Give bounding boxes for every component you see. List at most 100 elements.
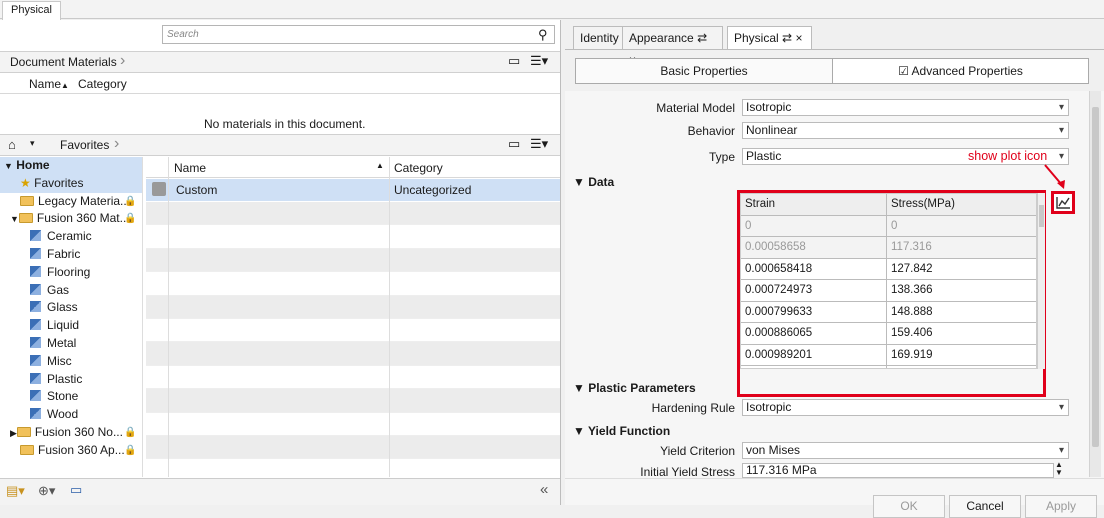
home-icon[interactable]: ⌂ xyxy=(8,137,16,152)
close-icon[interactable]: × xyxy=(795,31,802,45)
expand-icon[interactable]: ▼ xyxy=(10,214,19,224)
strain-cell[interactable]: 0.000886065 xyxy=(741,323,887,344)
tree-item[interactable]: Ceramic xyxy=(0,228,142,246)
col-category-header[interactable]: Category xyxy=(78,77,127,91)
swap-icon[interactable]: ⇄ xyxy=(697,31,707,45)
strain-cell[interactable]: 0.000799633 xyxy=(741,301,887,322)
material-library-icon xyxy=(30,390,41,402)
tree-item[interactable]: Legacy Materia... 🔒 xyxy=(0,193,142,211)
tree-item-label: Legacy Materia... xyxy=(38,193,131,208)
folder-options-icon[interactable]: ▤▾ xyxy=(6,483,25,499)
tab-physical-top[interactable]: Physical xyxy=(2,1,61,20)
chart-icon xyxy=(1056,197,1070,209)
table-row[interactable]: 00 xyxy=(741,215,1036,237)
table-row[interactable]: 0.00058658 117.316 xyxy=(741,237,1036,259)
scrollbar[interactable] xyxy=(1089,91,1101,477)
tree-item[interactable]: Liquid xyxy=(0,317,142,335)
expand-icon[interactable]: ▼ xyxy=(4,161,13,171)
stress-cell[interactable]: 180.426 xyxy=(887,366,1036,368)
initial-yield-input[interactable]: 117.316 MPa xyxy=(742,463,1054,478)
stress-cell[interactable]: 138.366 xyxy=(887,280,1036,301)
list-options-icon[interactable]: ☰▾ xyxy=(530,136,548,152)
yield-section-header[interactable]: ▼ Yield Function xyxy=(573,424,670,438)
col-name-header[interactable]: Name▲ xyxy=(29,77,69,91)
panel-view-icon[interactable]: ▭ xyxy=(508,136,520,152)
search-icon[interactable]: ⚲ xyxy=(538,27,548,43)
table-row[interactable]: 0.000886065 159.406 xyxy=(741,323,1036,345)
data-scrollbar-thumb[interactable] xyxy=(1039,205,1044,227)
empty-row xyxy=(146,435,560,460)
tab-physical[interactable]: Physical ⇄ × xyxy=(727,26,812,50)
stress-cell[interactable]: 0 xyxy=(887,216,1036,237)
yield-criterion-select[interactable]: von Mises xyxy=(742,442,1069,459)
ok-button[interactable]: OK xyxy=(873,495,945,518)
strain-cell[interactable]: 0.000989201 xyxy=(741,344,887,365)
cancel-button[interactable]: Cancel xyxy=(949,495,1021,518)
tree-item[interactable]: Fabric xyxy=(0,246,142,264)
scrollbar-thumb[interactable] xyxy=(1092,107,1099,447)
tree-item[interactable]: Metal xyxy=(0,335,142,353)
tree-item[interactable]: Wood xyxy=(0,406,142,424)
tree-item[interactable]: Gas xyxy=(0,282,142,300)
table-row[interactable]: 0.000989201 169.919 xyxy=(741,344,1036,366)
tree-item[interactable]: Plastic xyxy=(0,371,142,389)
collapse-icon[interactable]: « xyxy=(540,481,548,498)
strain-cell[interactable]: 0.000724973 xyxy=(741,280,887,301)
stress-cell[interactable]: 159.406 xyxy=(887,323,1036,344)
basic-properties-button[interactable]: Basic Properties xyxy=(575,58,833,84)
strain-cell[interactable]: 0 xyxy=(741,215,887,236)
collapse-icon[interactable]: ▶ xyxy=(10,428,17,438)
tree-item[interactable]: ▼ Fusion 360 Mat... 🔒 xyxy=(0,210,142,228)
tab-appearance[interactable]: Appearance ⇄ × xyxy=(622,26,723,67)
tab-identity[interactable]: Identity xyxy=(573,26,626,50)
advanced-properties-button[interactable]: ☑ Advanced Properties xyxy=(832,58,1089,84)
stress-header[interactable]: Stress(MPa) xyxy=(887,194,1036,215)
spinner-icon[interactable]: ▲ ▼ xyxy=(1055,461,1063,477)
tree-item[interactable]: Flooring xyxy=(0,264,142,282)
data-section-header[interactable]: ▼ Data xyxy=(573,175,614,189)
annotation-text: show plot icon xyxy=(968,149,1048,163)
tree-item[interactable]: Glass xyxy=(0,299,142,317)
table-row[interactable]: 0.000658418 127.842 xyxy=(741,258,1036,280)
add-material-icon[interactable]: ⊕▾ xyxy=(38,483,55,499)
strain-cell[interactable]: 0.00111558 xyxy=(741,366,887,368)
stress-cell[interactable]: 169.919 xyxy=(887,345,1036,366)
plastic-section-header[interactable]: ▼ Plastic Parameters xyxy=(573,381,696,395)
table-row[interactable]: 0.00111558180.426 xyxy=(741,366,1036,368)
tree-item[interactable]: Misc xyxy=(0,353,142,371)
apply-button[interactable]: Apply xyxy=(1025,495,1097,518)
divider xyxy=(565,49,1104,50)
stress-cell[interactable]: 148.888 xyxy=(887,302,1036,323)
data-scrollbar[interactable] xyxy=(1037,193,1045,369)
tree-item[interactable]: ★ Favorites xyxy=(0,174,142,193)
grid-col-name[interactable]: Name xyxy=(174,161,206,175)
chevron-down-icon[interactable]: ▾ xyxy=(30,138,35,149)
tree-item[interactable]: Fusion 360 Ap... 🔒 xyxy=(0,442,142,460)
tree-item[interactable]: ▶ Fusion 360 No... 🔒 xyxy=(0,424,142,442)
panel-view-icon[interactable]: ▭ xyxy=(508,53,520,69)
material-model-select[interactable]: Isotropic xyxy=(742,99,1069,116)
search-input[interactable]: Search xyxy=(162,25,555,44)
swap-icon[interactable]: ⇄ xyxy=(782,31,792,45)
list-options-icon[interactable]: ☰▾ xyxy=(530,53,548,69)
strain-cell[interactable]: 0.000658418 xyxy=(741,258,887,279)
show-plot-button[interactable] xyxy=(1051,191,1075,214)
strain-header[interactable]: Strain xyxy=(741,194,887,215)
strain-cell[interactable]: 0.00058658 xyxy=(741,237,887,258)
breadcrumb-favorites[interactable]: Favorites xyxy=(60,138,109,152)
stress-cell[interactable]: 117.316 xyxy=(887,237,1036,258)
breadcrumb-label[interactable]: Document Materials xyxy=(10,55,117,69)
material-library-icon xyxy=(30,230,41,242)
table-row[interactable]: 0.000724973 138.366 xyxy=(741,280,1036,302)
material-library-icon xyxy=(30,336,41,348)
tree-item-label: Glass xyxy=(47,300,78,315)
table-row[interactable]: Custom Uncategorized xyxy=(146,179,560,201)
editor-panel-icon[interactable]: ▭ xyxy=(70,482,82,498)
behavior-select[interactable]: Nonlinear xyxy=(742,122,1069,139)
tree-item[interactable]: Stone xyxy=(0,388,142,406)
tree-item[interactable]: ▼ Home xyxy=(0,157,142,175)
grid-col-category[interactable]: Category xyxy=(394,161,443,175)
stress-cell[interactable]: 127.842 xyxy=(887,259,1036,280)
hardening-select[interactable]: Isotropic xyxy=(742,399,1069,416)
table-row[interactable]: 0.000799633 148.888 xyxy=(741,301,1036,323)
